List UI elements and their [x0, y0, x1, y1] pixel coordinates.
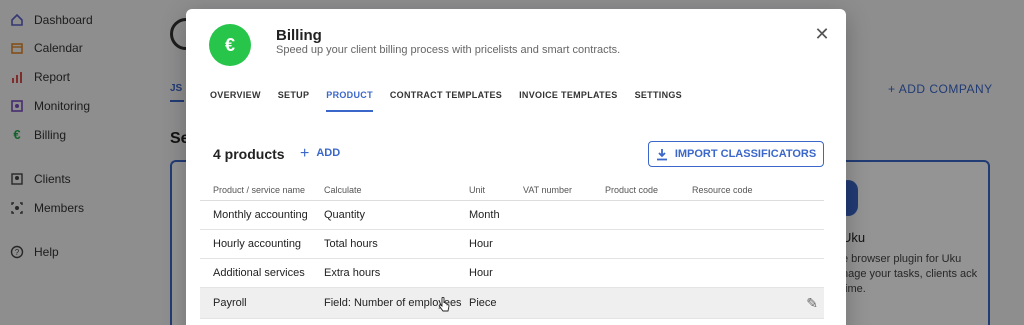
- product-unit: Hour: [469, 267, 493, 279]
- table-row[interactable]: Hourly accounting Total hours Hour: [200, 230, 824, 259]
- import-classificators-button[interactable]: IMPORT CLASSIFICATORS: [648, 141, 824, 167]
- close-icon[interactable]: ✕: [813, 25, 831, 43]
- product-name: Monthly accounting: [213, 209, 308, 221]
- plus-icon: +: [300, 144, 310, 162]
- product-calculate: Extra hours: [324, 267, 381, 279]
- download-icon: [656, 148, 667, 160]
- column-header[interactable]: Calculate: [324, 185, 469, 195]
- product-calculate: Quantity: [324, 209, 365, 221]
- tab-invoice-templates[interactable]: INVOICE TEMPLATES: [519, 90, 617, 112]
- column-header[interactable]: VAT number: [523, 185, 605, 195]
- add-product-button[interactable]: + ADD: [300, 144, 341, 162]
- tab-overview[interactable]: OVERVIEW: [210, 90, 261, 112]
- table-row[interactable]: Additional services Extra hours Hour: [200, 259, 824, 288]
- column-header[interactable]: Product / service name: [200, 185, 324, 195]
- modal-subtitle: Speed up your client billing process wit…: [276, 44, 621, 56]
- tab-product[interactable]: PRODUCT: [326, 90, 373, 112]
- modal-tabs: OVERVIEW SETUP PRODUCT CONTRACT TEMPLATE…: [210, 90, 699, 112]
- euro-icon: €: [209, 24, 251, 66]
- product-name: Payroll: [213, 297, 247, 309]
- column-header[interactable]: Unit: [469, 185, 523, 195]
- column-header[interactable]: Resource code: [692, 185, 782, 195]
- product-calculate: Total hours: [324, 238, 378, 250]
- import-label: IMPORT CLASSIFICATORS: [674, 148, 817, 160]
- tab-settings[interactable]: SETTINGS: [635, 90, 682, 112]
- pencil-icon[interactable]: ✎: [806, 295, 818, 311]
- add-label: ADD: [316, 147, 341, 159]
- product-count: 4 products: [213, 146, 285, 162]
- table-row[interactable]: Payroll Field: Number of employees Piece…: [200, 288, 824, 319]
- products-table: Product / service name Calculate Unit VA…: [200, 179, 824, 319]
- product-name: Hourly accounting: [213, 238, 302, 250]
- column-header[interactable]: Product code: [605, 185, 692, 195]
- table-header: Product / service name Calculate Unit VA…: [200, 179, 824, 201]
- tab-setup[interactable]: SETUP: [278, 90, 310, 112]
- modal-title: Billing: [276, 27, 322, 44]
- table-row[interactable]: Monthly accounting Quantity Month: [200, 201, 824, 230]
- hand-cursor-icon: [438, 297, 450, 312]
- product-unit: Month: [469, 209, 500, 221]
- product-unit: Piece: [469, 297, 497, 309]
- product-name: Additional services: [213, 267, 305, 279]
- tab-contract-templates[interactable]: CONTRACT TEMPLATES: [390, 90, 502, 112]
- billing-modal: € Billing Speed up your client billing p…: [186, 9, 846, 325]
- product-unit: Hour: [469, 238, 493, 250]
